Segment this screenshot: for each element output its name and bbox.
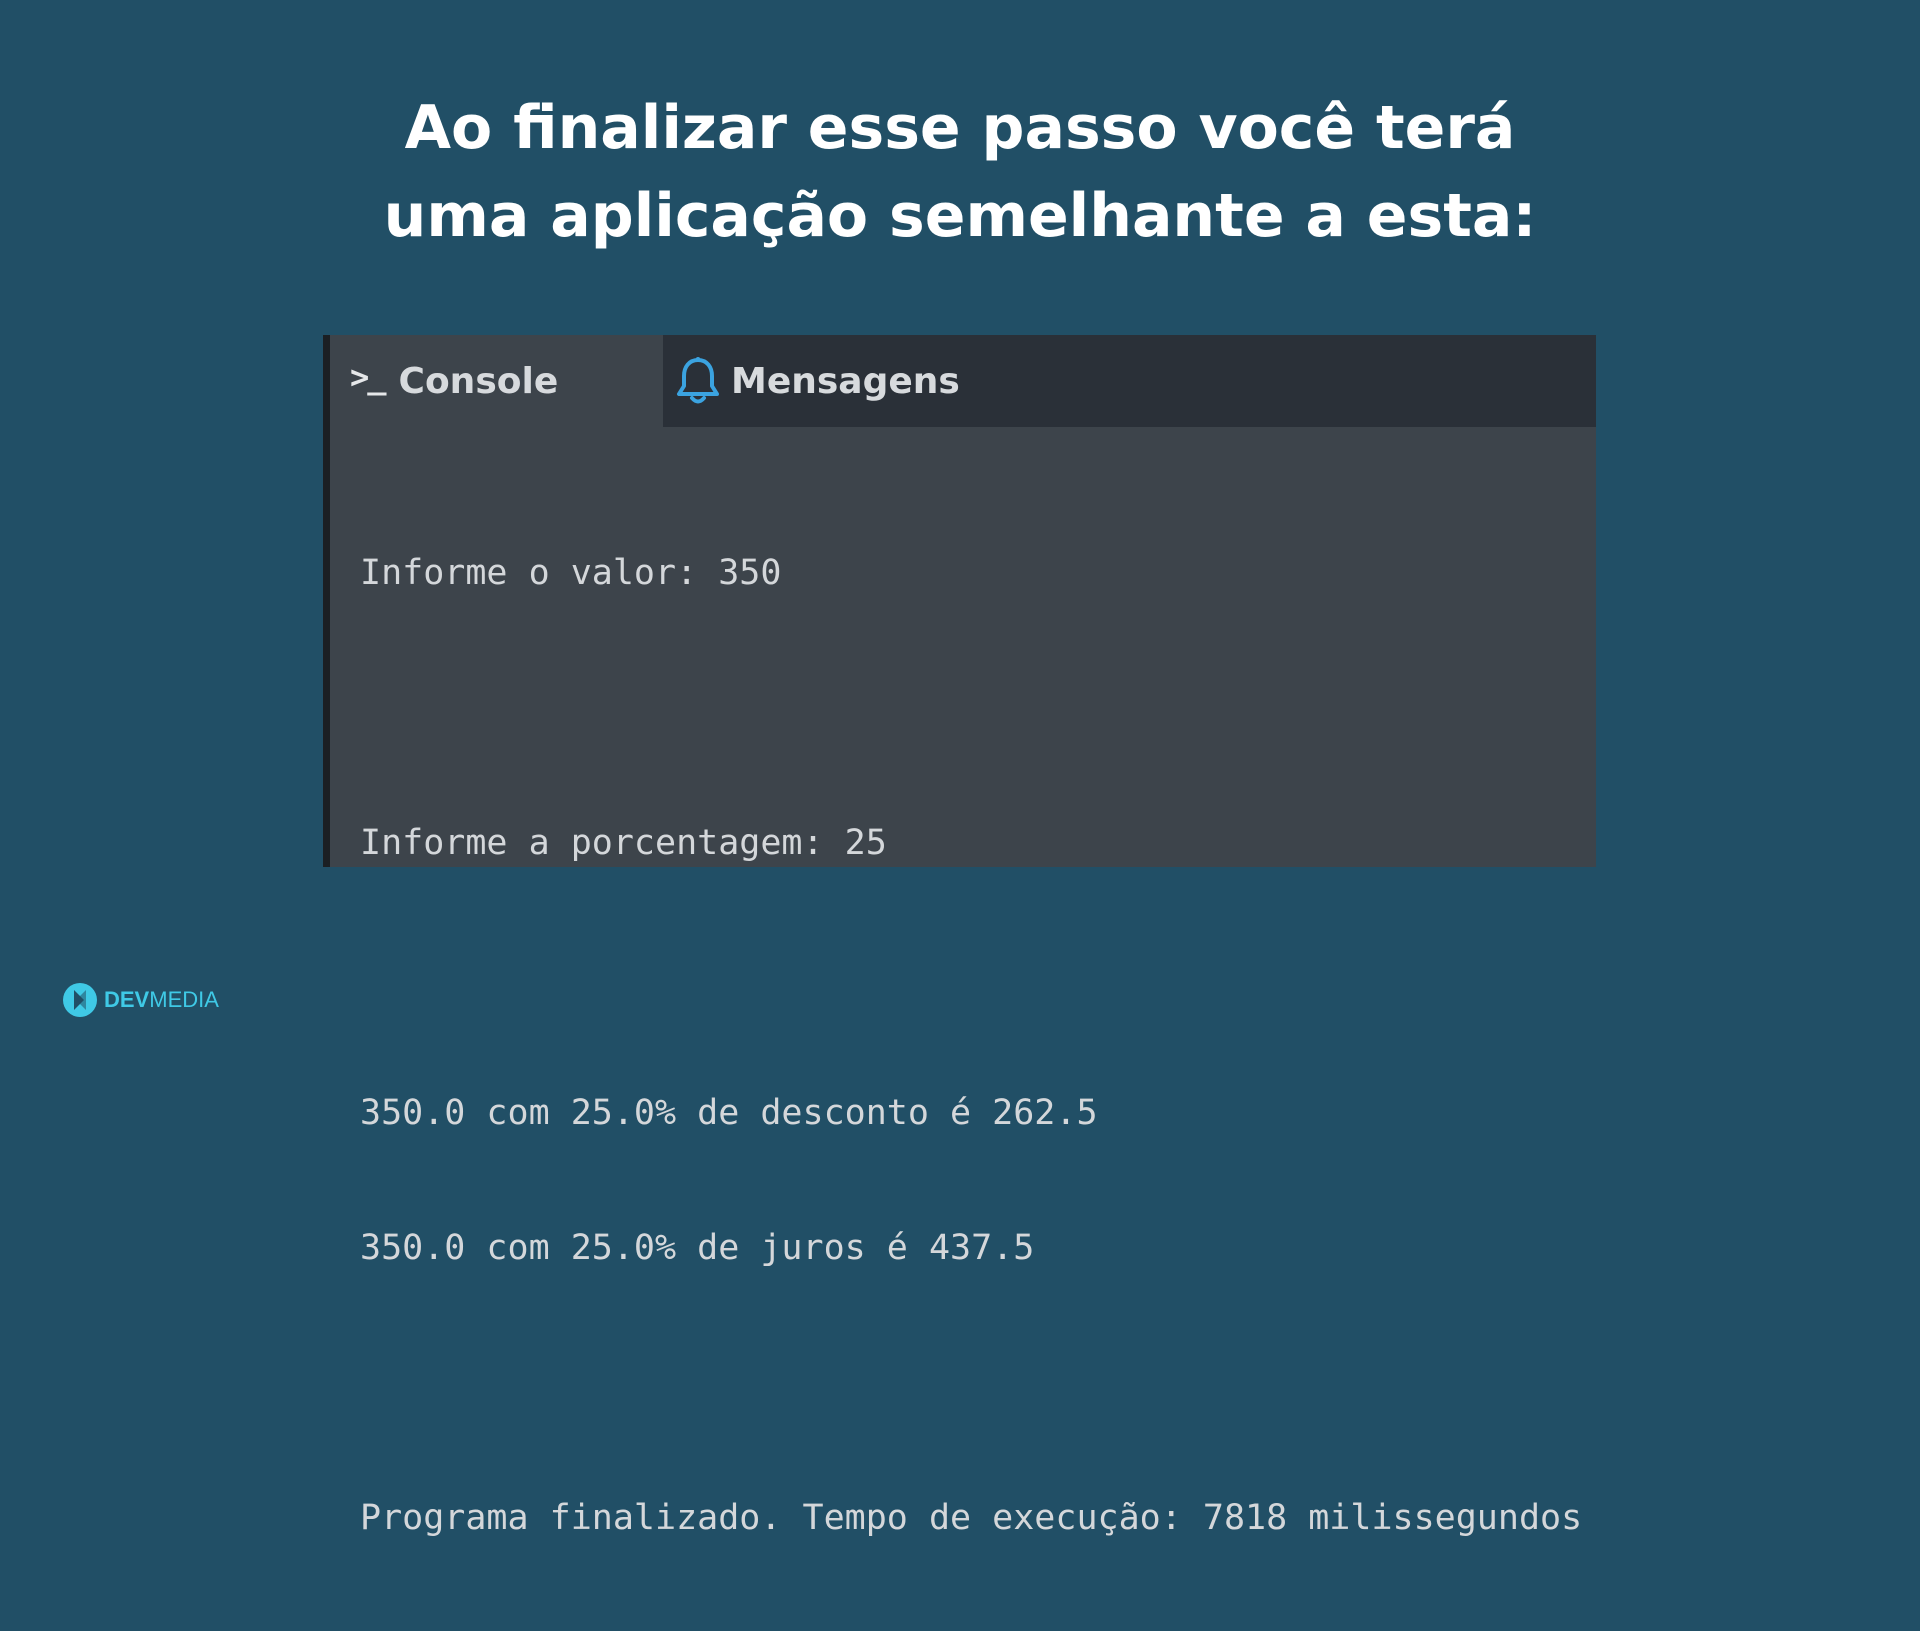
headline-line-1: Ao finalizar esse passo você terá [404,93,1516,163]
logo-text-dev: DEV [104,987,150,1012]
console-line: 350.0 com 25.0% de juros é 437.5 [360,1228,1035,1268]
tab-mensagens-label: Mensagens [731,360,960,402]
console-output[interactable]: Informe o valor: 350 Informe a porcentag… [360,461,1590,1631]
console-tab-bar: >_ Console Mensagens [330,335,1596,427]
console-line: Informe o valor: 350 [360,553,782,593]
console-line: Informe a porcentagem: 25 [360,823,887,863]
logo-text-media: MEDIA [149,987,219,1012]
console-line: Programa finalizado. Tempo de execução: … [360,1498,1583,1538]
console-line: 350.0 com 25.0% de desconto é 262.5 [360,1093,1098,1133]
bell-icon [677,357,719,404]
devmedia-logo: DEVMEDIA [62,982,219,1018]
devmedia-logo-icon [63,983,97,1017]
slide-headline: Ao finalizar esse passo você terá uma ap… [0,84,1920,260]
terminal-prompt-icon: >_ [350,358,387,396]
tab-mensagens[interactable]: Mensagens [675,335,975,427]
tab-console[interactable]: >_ Console [330,335,663,427]
console-panel: >_ Console Mensagens Informe o valor: 35… [323,335,1596,1538]
tab-console-label: Console [398,360,559,402]
headline-line-2: uma aplicação semelhante a esta: [383,181,1537,251]
